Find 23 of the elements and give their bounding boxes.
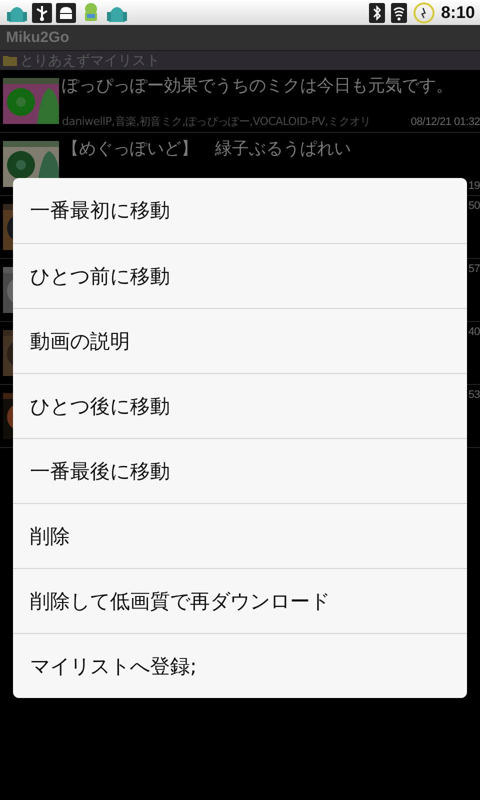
bluetooth-icon xyxy=(368,2,385,22)
video-date: 40 xyxy=(468,326,480,338)
signal-icon xyxy=(390,2,407,22)
video-date: 53 xyxy=(468,389,480,401)
video-date: 57 xyxy=(468,263,480,275)
video-tags: daniwellP,音楽,初音ミク,ぽっぴっぽー,VOCALOID-PV,ミクオリ xyxy=(62,114,411,129)
folder-icon xyxy=(3,55,17,66)
menu-item[interactable]: 動画の説明 xyxy=(13,308,467,373)
menu-item[interactable]: 削除して低画質で再ダウンロード xyxy=(13,568,467,633)
video-date: 19 xyxy=(468,180,480,192)
video-date: 50 xyxy=(468,200,480,212)
video-title: 【めぐっぽいど】 緑子ぶるうぱれい xyxy=(62,138,352,160)
menu-item[interactable]: ひとつ前に移動 xyxy=(13,243,467,308)
app-title: Miku2Go xyxy=(6,29,70,46)
menu-item[interactable]: ひとつ後に移動 xyxy=(13,373,467,438)
menu-item[interactable]: 一番最初に移動 xyxy=(13,178,467,243)
menu-item[interactable]: マイリストへ登録; xyxy=(13,633,467,698)
video-title: ぽっぴっぽー効果でうちのミクは今日も元気です。 xyxy=(62,75,454,97)
video-date: 08/12/21 01:32 xyxy=(410,116,480,128)
clock-time: 8:10 xyxy=(440,2,475,22)
menu-item[interactable]: 一番最後に移動 xyxy=(13,438,467,503)
menu-item[interactable]: 削除 xyxy=(13,503,467,568)
usb-icon xyxy=(32,2,52,22)
